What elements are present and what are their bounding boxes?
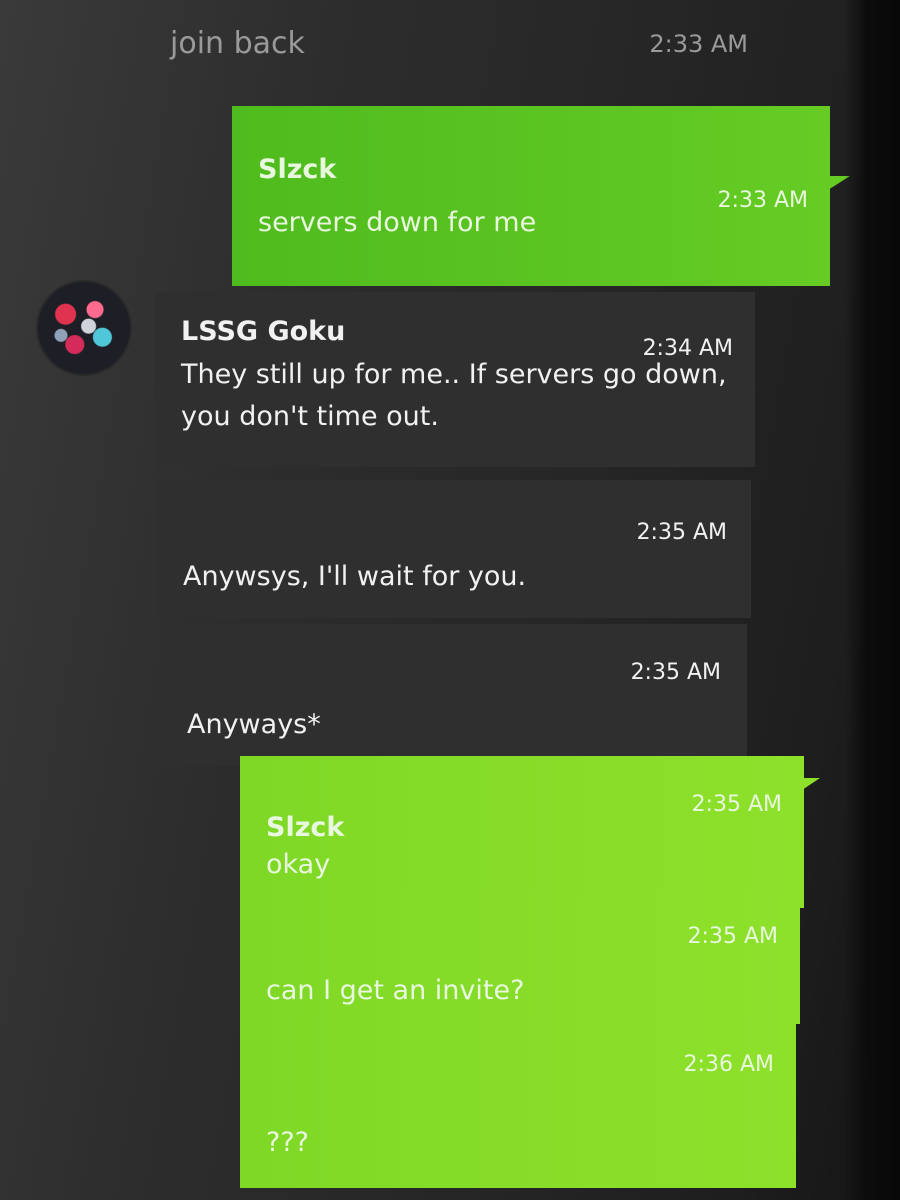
- chat-window: join back 2:33 AM Slzck 2:33 AM servers …: [0, 0, 900, 1200]
- message-time: 2:35 AM: [687, 924, 778, 949]
- message-bubble-outgoing[interactable]: 2:35 AM can I get an invite?: [240, 888, 800, 1024]
- message-text: They still up for me.. If servers go dow…: [181, 359, 727, 432]
- message-sender: LSSG Goku: [181, 316, 346, 347]
- contact-avatar[interactable]: [38, 282, 130, 374]
- message-sender: Slzck: [258, 154, 337, 185]
- previous-message-text: join back: [170, 26, 305, 61]
- message-bubble-incoming[interactable]: LSSG Goku 2:34 AM They still up for me..…: [155, 292, 755, 467]
- message-bubble-incoming[interactable]: 2:35 AM Anyways*: [159, 624, 747, 766]
- message-text: can I get an invite?: [266, 975, 525, 1006]
- message-bubble-outgoing[interactable]: 2:36 AM ???: [240, 1016, 796, 1188]
- message-text: servers down for me: [258, 207, 537, 238]
- previous-message-time: 2:33 AM: [649, 30, 748, 58]
- message-bubble-outgoing[interactable]: Slzck 2:33 AM servers down for me: [232, 106, 830, 286]
- message-text: ???: [266, 1127, 309, 1158]
- message-time: 2:33 AM: [717, 188, 808, 213]
- message-time: 2:36 AM: [683, 1052, 774, 1077]
- message-sender: Slzck: [266, 812, 345, 843]
- message-text: Anywsys, I'll wait for you.: [183, 561, 527, 592]
- message-text: okay: [266, 849, 331, 880]
- screen-edge: [845, 0, 900, 1200]
- message-time: 2:35 AM: [630, 660, 721, 685]
- message-time: 2:35 AM: [691, 792, 782, 817]
- message-bubble-incoming[interactable]: 2:35 AM Anywsys, I'll wait for you.: [157, 480, 751, 618]
- previous-message: join back 2:33 AM: [168, 22, 758, 72]
- message-bubble-outgoing[interactable]: 2:35 AM Slzck okay: [240, 756, 804, 908]
- bubble-tail: [802, 778, 820, 790]
- message-text: Anyways*: [187, 709, 321, 740]
- message-time: 2:35 AM: [636, 520, 727, 545]
